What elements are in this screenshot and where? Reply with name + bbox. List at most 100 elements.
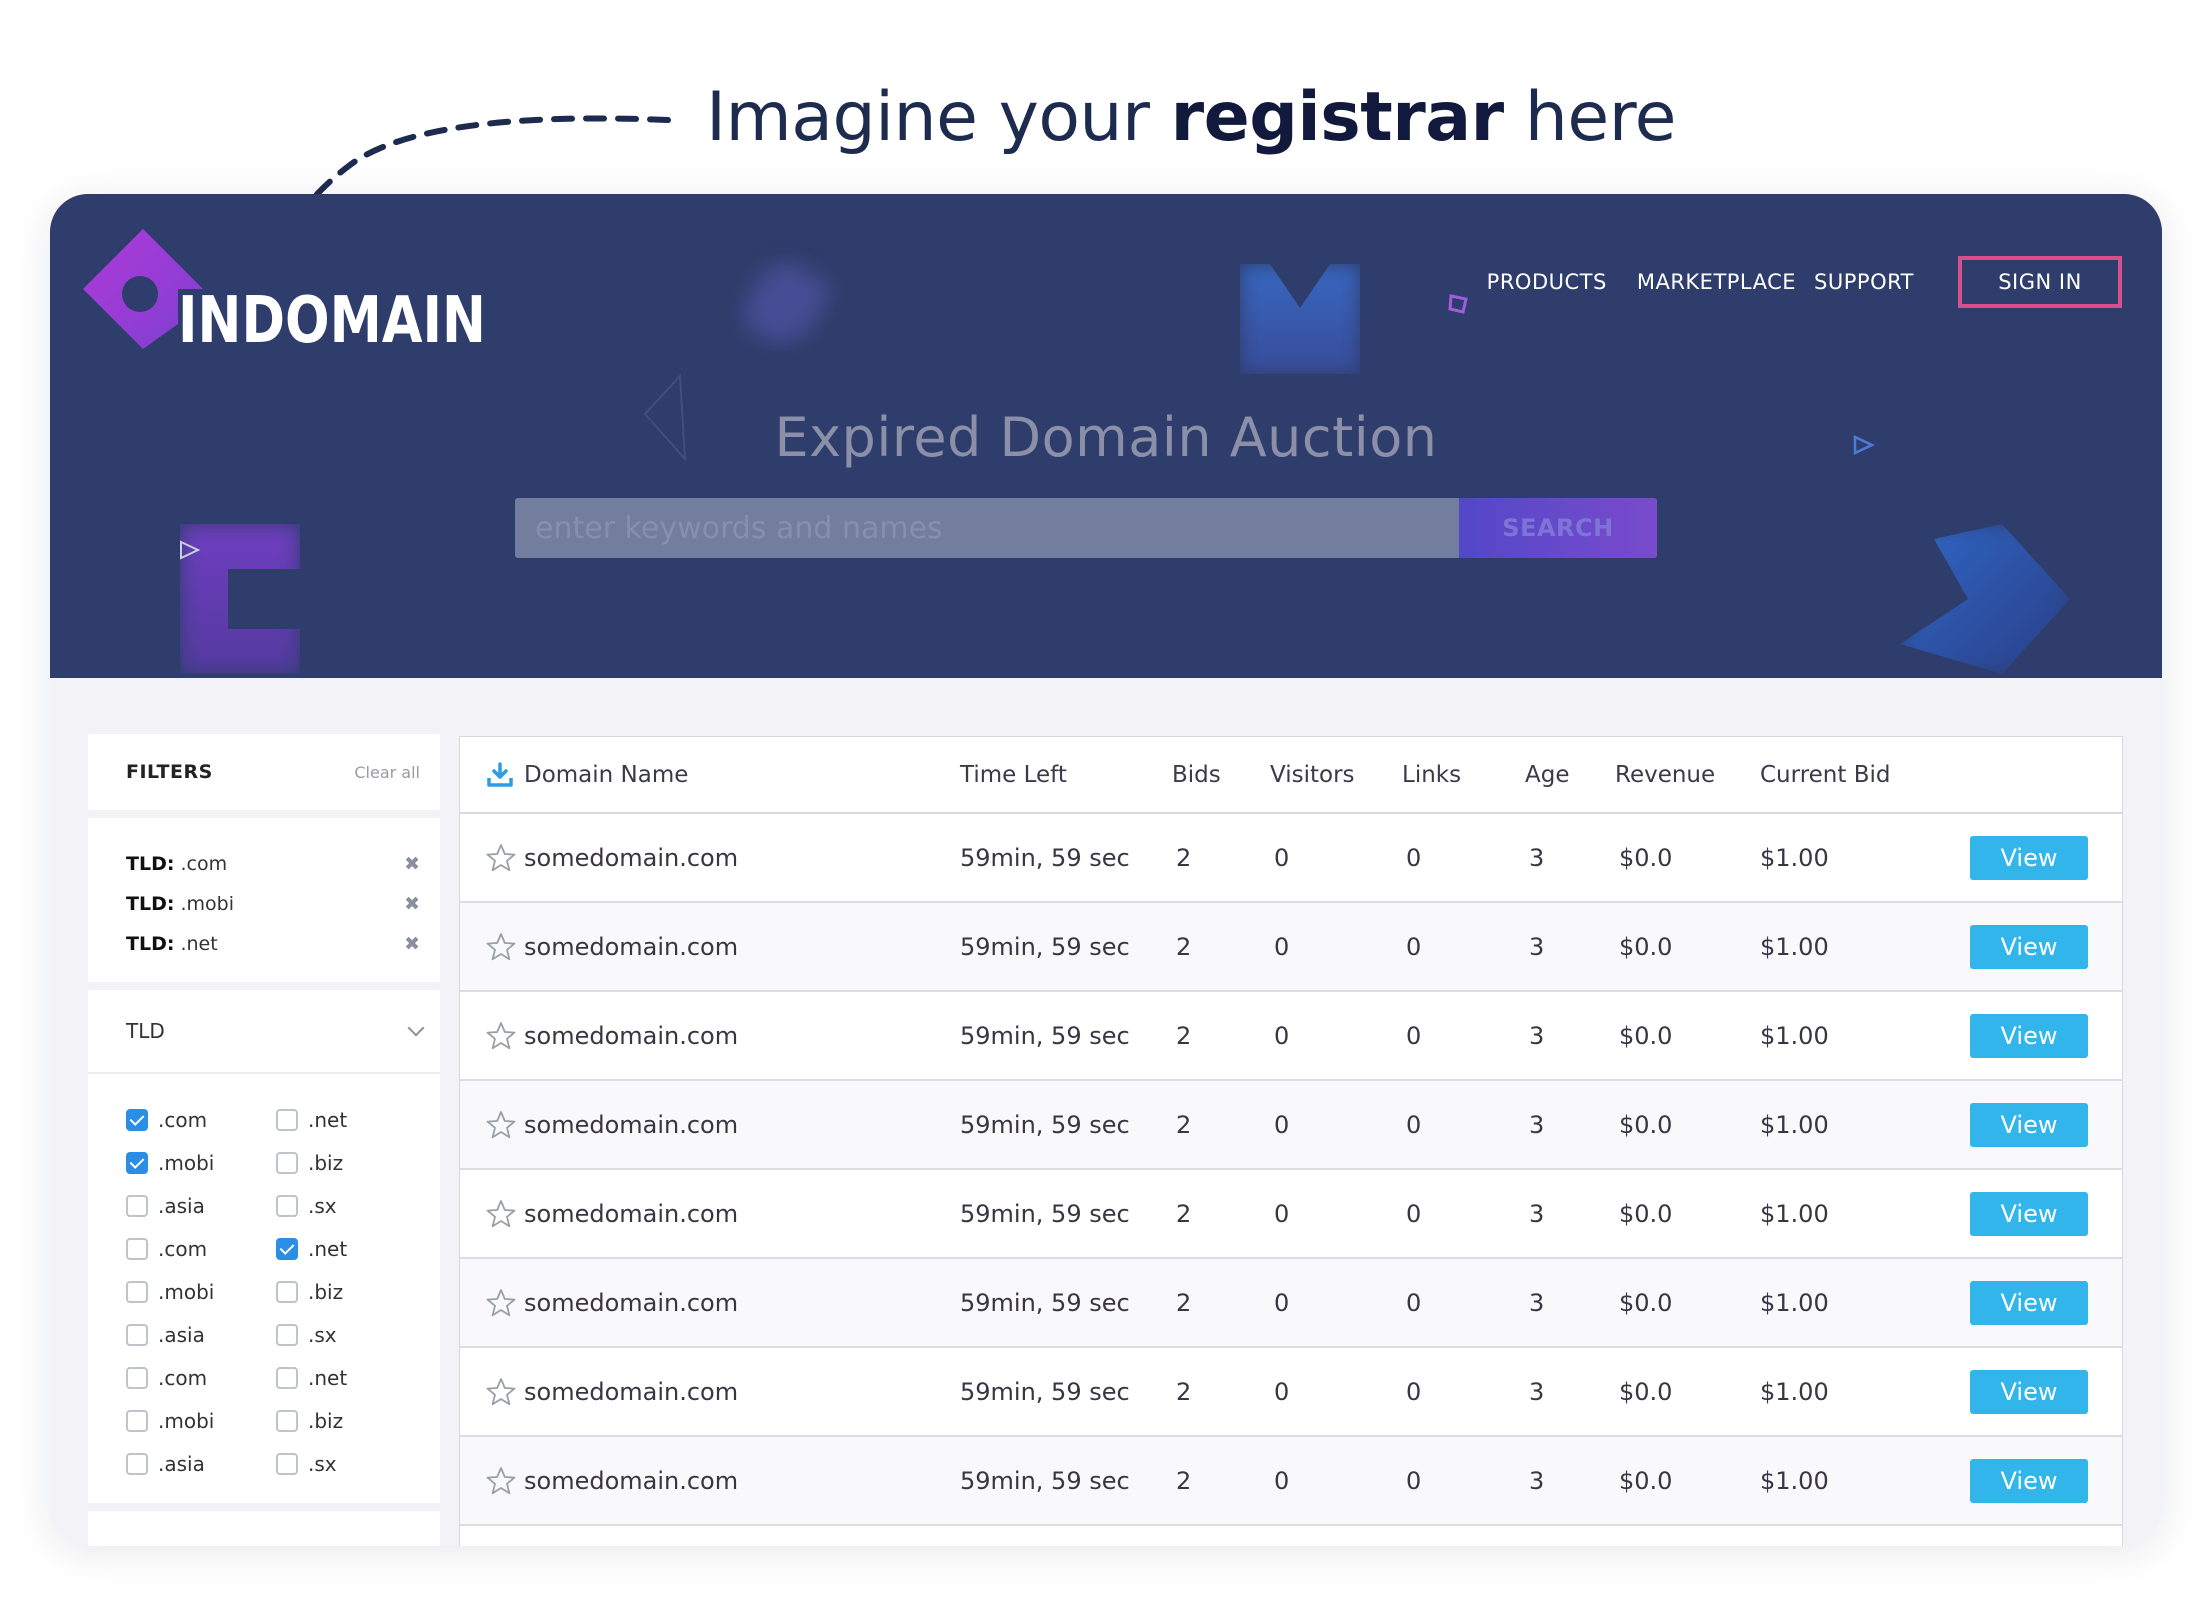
col-links[interactable]: Links xyxy=(1402,737,1525,814)
download-cell[interactable] xyxy=(460,737,520,814)
star-outline-icon[interactable] xyxy=(486,1021,516,1051)
star-cell[interactable] xyxy=(460,1080,520,1170)
view-button[interactable]: View xyxy=(1970,835,2088,880)
clear-all-link[interactable]: Clear all xyxy=(354,763,420,782)
star-outline-icon[interactable] xyxy=(486,1377,516,1407)
table-row[interactable]: somedomain.com 59min, 59 sec 2 0 0 3 $0.… xyxy=(460,1080,2122,1170)
tld-checkbox-item[interactable]: .net xyxy=(276,1356,426,1399)
star-outline-icon[interactable] xyxy=(486,932,516,962)
tld-checkbox-item[interactable]: .com xyxy=(126,1356,276,1399)
checkbox[interactable] xyxy=(126,1366,148,1389)
table-row[interactable]: somedomain.com 59min, 59 sec 2 0 0 3 $0.… xyxy=(460,813,2122,903)
checkbox[interactable] xyxy=(126,1108,148,1131)
checkbox[interactable] xyxy=(276,1280,298,1303)
domain-name-cell[interactable]: somedomain.com xyxy=(520,1169,960,1259)
download-icon[interactable] xyxy=(486,761,514,789)
tld-checkbox-item[interactable]: .com xyxy=(126,1227,276,1270)
table-row[interactable]: somedomain.com 59min, 59 sec 2 0 0 3 $0.… xyxy=(460,1347,2122,1437)
view-button[interactable]: View xyxy=(1970,924,2088,969)
view-button[interactable]: View xyxy=(1970,1191,2088,1236)
view-button[interactable]: View xyxy=(1970,1013,2088,1058)
checkbox[interactable] xyxy=(276,1409,298,1432)
col-current-bid[interactable]: Current Bid xyxy=(1760,737,1934,814)
table-row[interactable]: somedomain.com 59min, 59 sec 2 0 0 3 $0.… xyxy=(460,1258,2122,1348)
checkbox[interactable] xyxy=(126,1280,148,1303)
star-cell[interactable] xyxy=(460,991,520,1081)
checkbox[interactable] xyxy=(276,1151,298,1174)
tld-checkbox-item[interactable]: .net xyxy=(276,1098,426,1141)
star-cell[interactable] xyxy=(460,1347,520,1437)
domain-name-cell[interactable]: somedomain.com xyxy=(520,1080,960,1170)
star-cell[interactable] xyxy=(460,1169,520,1259)
close-x-icon[interactable]: ✖ xyxy=(404,893,420,915)
close-x-icon[interactable]: ✖ xyxy=(404,853,420,875)
tld-checkbox-item[interactable]: .sx xyxy=(276,1313,426,1356)
star-outline-icon[interactable] xyxy=(486,1199,516,1229)
checkbox[interactable] xyxy=(276,1237,298,1260)
checkbox[interactable] xyxy=(276,1452,298,1475)
checkbox[interactable] xyxy=(126,1237,148,1260)
star-cell[interactable] xyxy=(460,902,520,992)
tld-checkbox-item[interactable]: .mobi xyxy=(126,1141,276,1184)
domain-name-cell[interactable]: somedomain.com xyxy=(520,991,960,1081)
tld-checkbox-item[interactable]: .biz xyxy=(276,1270,426,1313)
search-input[interactable] xyxy=(515,498,1459,558)
tld-checkbox-item[interactable]: .mobi xyxy=(126,1270,276,1313)
tld-checkbox-item[interactable]: .mobi xyxy=(126,1399,276,1442)
view-button[interactable]: View xyxy=(1970,1102,2088,1147)
domain-name-cell[interactable]: somedomain.com xyxy=(520,1347,960,1437)
tld-checkbox-item[interactable]: .asia xyxy=(126,1313,276,1356)
star-outline-icon[interactable] xyxy=(486,1466,516,1496)
col-revenue[interactable]: Revenue xyxy=(1615,737,1760,814)
tld-dropdown-toggle[interactable]: TLD xyxy=(88,990,440,1074)
star-outline-icon[interactable] xyxy=(486,1288,516,1318)
tld-checkbox-item[interactable]: .com xyxy=(126,1098,276,1141)
close-x-icon[interactable]: ✖ xyxy=(404,933,420,955)
visitors-cell: 0 xyxy=(1270,813,1402,903)
tld-checkbox-item[interactable]: .net xyxy=(276,1227,426,1270)
domain-name-cell[interactable]: somedomain.com xyxy=(520,813,960,903)
checkbox[interactable] xyxy=(276,1194,298,1217)
view-button[interactable]: View xyxy=(1970,1458,2088,1503)
checkbox[interactable] xyxy=(276,1366,298,1389)
col-time-left[interactable]: Time Left xyxy=(960,737,1172,814)
checkbox[interactable] xyxy=(126,1409,148,1432)
tld-checkbox-item[interactable]: .asia xyxy=(126,1442,276,1485)
col-age[interactable]: Age xyxy=(1525,737,1615,814)
nav-support[interactable]: SUPPORT xyxy=(1814,270,1914,294)
table-row[interactable]: somedomain.com 59min, 59 sec 2 0 0 3 $0.… xyxy=(460,902,2122,992)
col-visitors[interactable]: Visitors xyxy=(1270,737,1402,814)
nav-marketplace[interactable]: MARKETPLACE xyxy=(1637,270,1796,294)
star-cell[interactable] xyxy=(460,1258,520,1348)
star-cell[interactable] xyxy=(460,813,520,903)
checkbox[interactable] xyxy=(276,1323,298,1346)
tld-checkbox-item[interactable]: .biz xyxy=(276,1399,426,1442)
tld-checkbox-item[interactable]: .biz xyxy=(276,1141,426,1184)
nav-products[interactable]: PRODUCTS xyxy=(1487,270,1607,294)
view-button[interactable]: View xyxy=(1970,1280,2088,1325)
table-row[interactable]: somedomain.com 59min, 59 sec 2 0 0 3 $0.… xyxy=(460,1169,2122,1259)
star-cell[interactable] xyxy=(460,1436,520,1526)
domain-name-cell[interactable]: somedomain.com xyxy=(520,1436,960,1526)
checkbox[interactable] xyxy=(126,1452,148,1475)
time-left-cell: 59min, 59 sec xyxy=(960,1436,1172,1526)
domain-name-cell[interactable]: somedomain.com xyxy=(520,902,960,992)
col-bids[interactable]: Bids xyxy=(1172,737,1270,814)
tld-checkbox-item[interactable]: .sx xyxy=(276,1442,426,1485)
view-button[interactable]: View xyxy=(1970,1369,2088,1414)
tld-checkbox-item[interactable]: .asia xyxy=(126,1184,276,1227)
checkbox[interactable] xyxy=(126,1151,148,1174)
sign-in-button[interactable]: SIGN IN xyxy=(1958,256,2122,308)
col-domain-name[interactable]: Domain Name xyxy=(520,737,960,814)
brand-logo[interactable]: INDOMAIN xyxy=(78,224,486,358)
domain-name-cell[interactable]: somedomain.com xyxy=(520,1258,960,1348)
checkbox[interactable] xyxy=(276,1108,298,1131)
table-row[interactable]: somedomain.com 59min, 59 sec 2 0 0 3 $0.… xyxy=(460,1436,2122,1526)
star-outline-icon[interactable] xyxy=(486,843,516,873)
star-outline-icon[interactable] xyxy=(486,1110,516,1140)
checkbox[interactable] xyxy=(126,1194,148,1217)
table-row[interactable]: somedomain.com 59min, 59 sec 2 0 0 3 $0.… xyxy=(460,991,2122,1081)
search-button[interactable]: SEARCH xyxy=(1459,498,1657,558)
checkbox[interactable] xyxy=(126,1323,148,1346)
tld-checkbox-item[interactable]: .sx xyxy=(276,1184,426,1227)
